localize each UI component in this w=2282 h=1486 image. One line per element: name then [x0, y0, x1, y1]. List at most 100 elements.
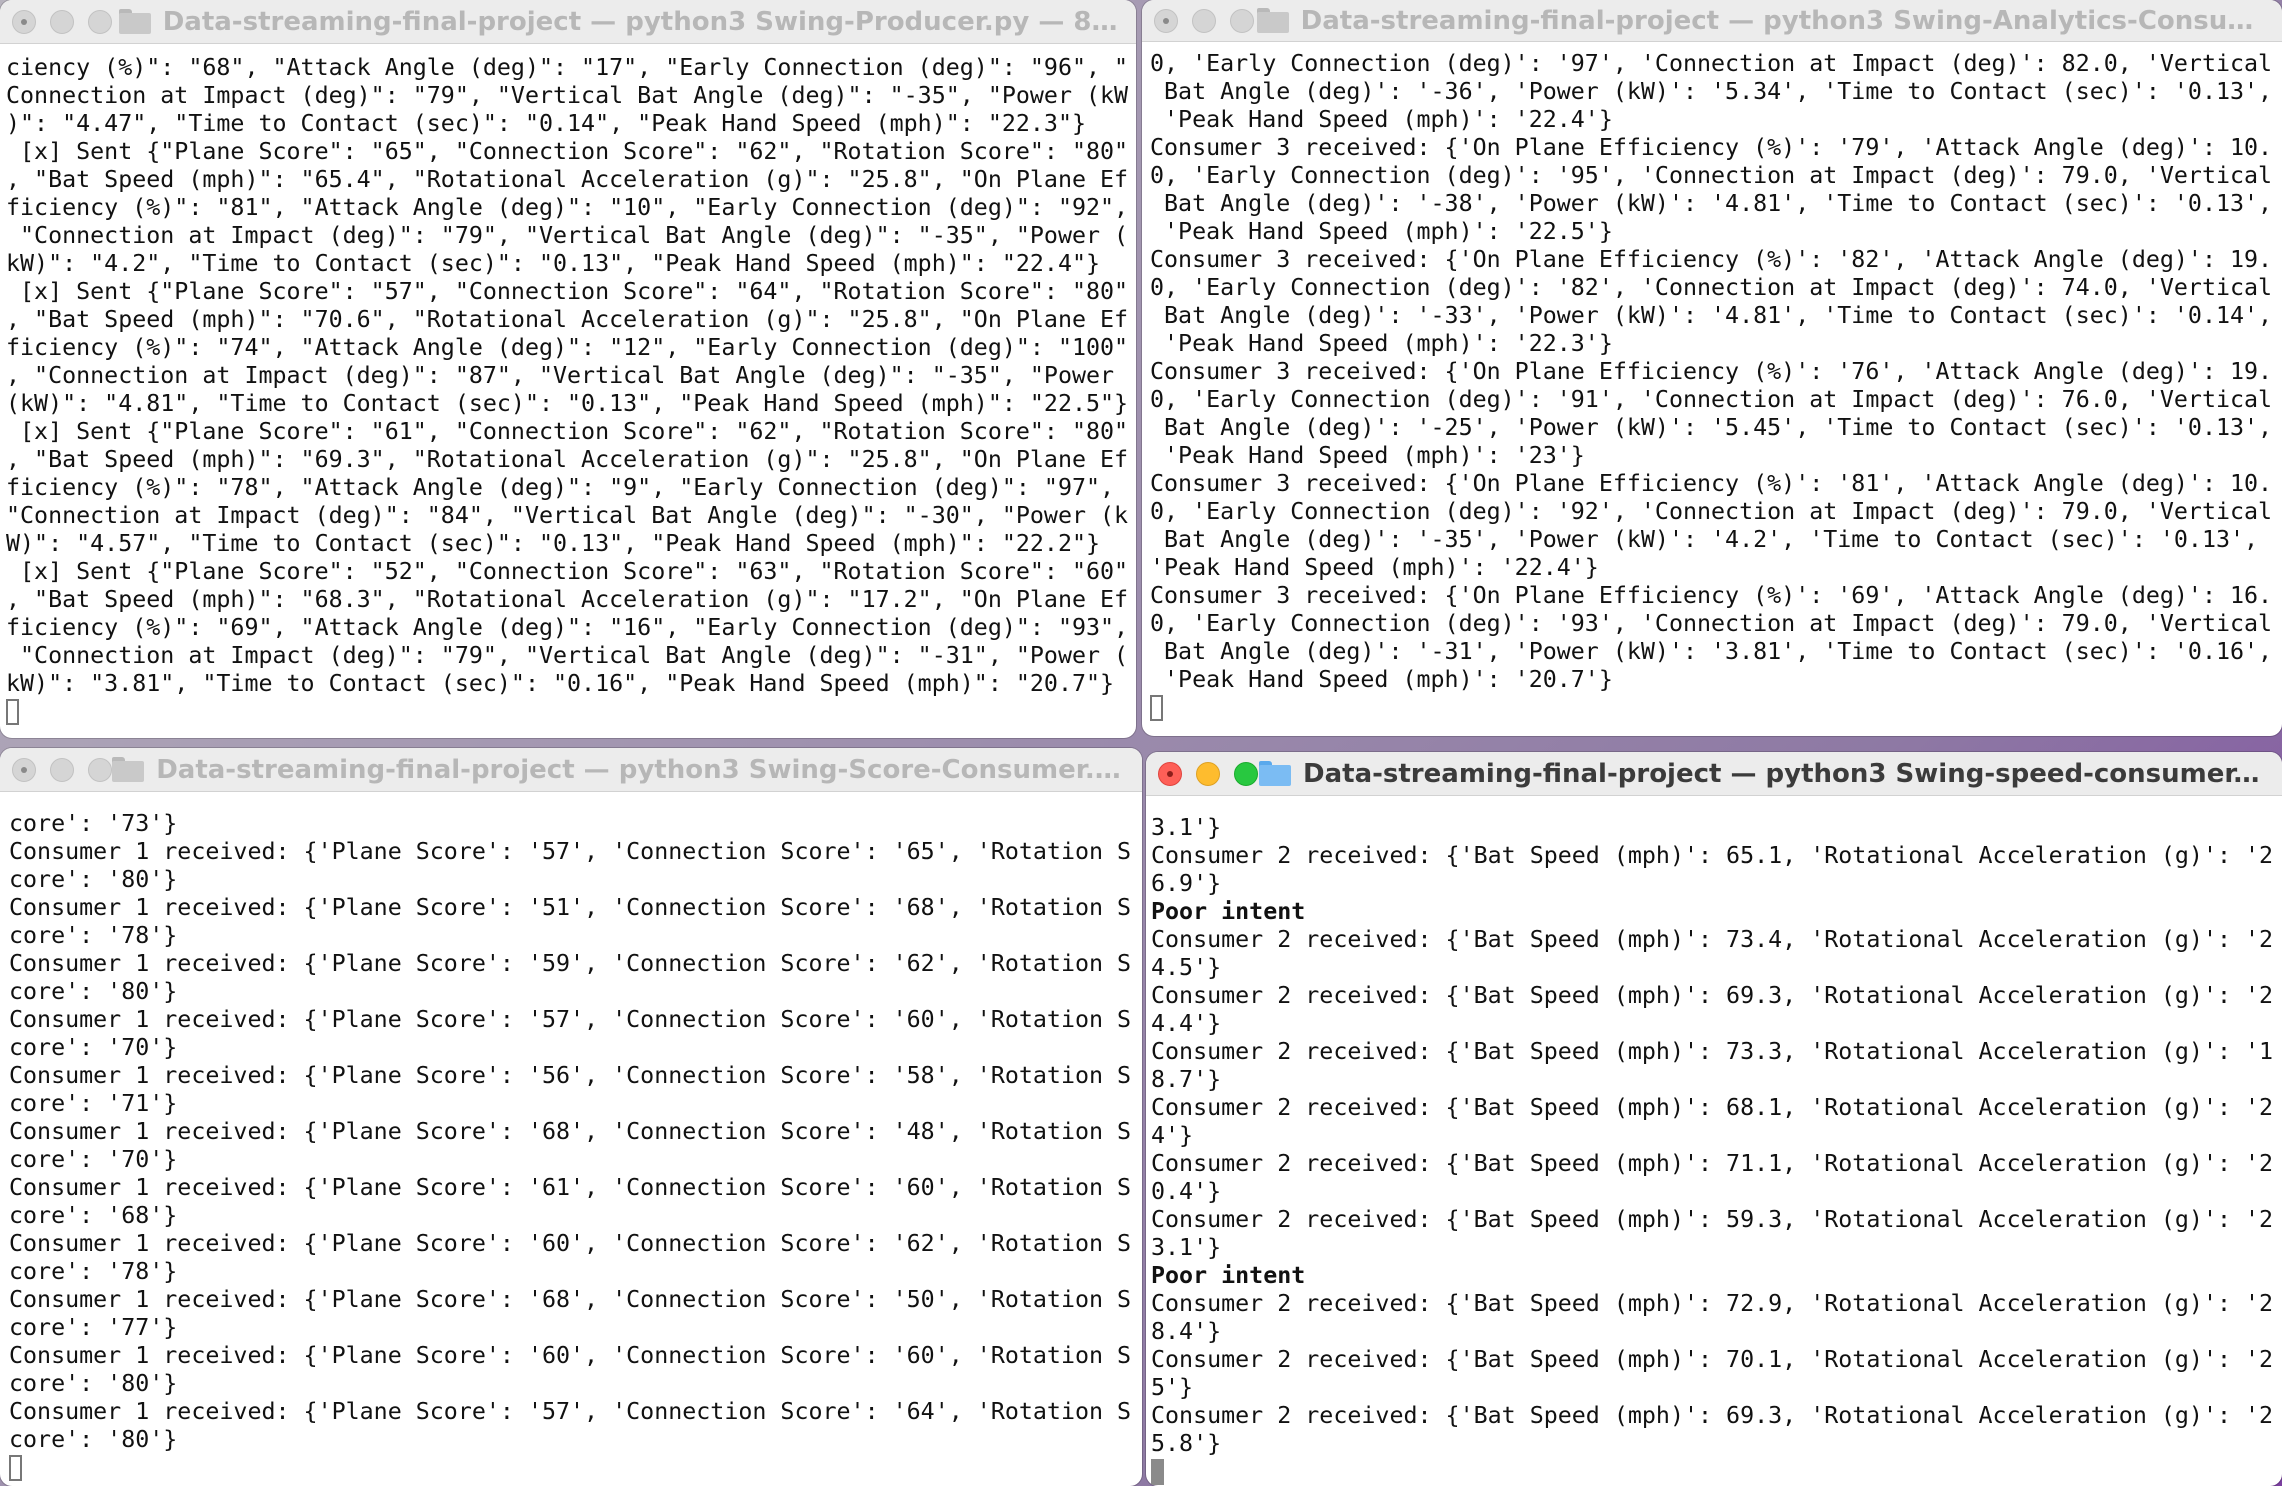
zoom-button[interactable] [1234, 761, 1258, 786]
terminal-line: Consumer 3 received: {'On Plane Efficien… [1150, 582, 2273, 609]
title-bar[interactable]: Data-streaming-final-project — python3 S… [0, 748, 1142, 792]
terminal-line: Consumer 1 received: {'Plane Score': '68… [9, 1118, 1132, 1145]
cursor [1150, 695, 1163, 721]
terminal-line: ficiency (%)": "74", "Attack Angle (deg)… [6, 334, 1129, 361]
terminal-line: Consumer 2 received: {'Bat Speed (mph)':… [1151, 842, 2274, 869]
terminal-line: Consumer 2 received: {'Bat Speed (mph)':… [1151, 926, 2274, 953]
prompt-line [6, 698, 1130, 726]
terminal-line: ficiency (%)": "81", "Attack Angle (deg)… [6, 194, 1129, 221]
terminal-line: 3.1'} [1151, 1234, 1222, 1261]
terminal-line: core': '71'} [9, 1090, 178, 1117]
terminal-line: [x] Sent {"Plane Score": "65", "Connecti… [6, 138, 1129, 165]
terminal-line: 'Peak Hand Speed (mph)': '22.3'} [1150, 330, 1613, 357]
window-controls [1158, 761, 1259, 786]
prompt-line [9, 1454, 1136, 1482]
terminal-output[interactable]: ciency (%)": "68", "Attack Angle (deg)":… [6, 54, 1130, 738]
terminal-line: core': '78'} [9, 922, 178, 949]
terminal-line: core': '73'} [9, 810, 178, 837]
window-controls [1154, 8, 1257, 33]
cursor [1151, 1459, 1164, 1485]
terminal-line: 8.7'} [1151, 1066, 1222, 1093]
terminal-line: 0, 'Early Connection (deg)': '95', 'Conn… [1150, 162, 2273, 189]
close-button[interactable] [1154, 8, 1178, 33]
terminal-line: 'Peak Hand Speed (mph)': '23'} [1150, 442, 1585, 469]
prompt-line [1150, 694, 2276, 722]
title-bar[interactable]: Data-streaming-final-project — python3 S… [1142, 0, 2282, 42]
terminal-line: Connection at Impact (deg)": "79", "Vert… [6, 82, 1129, 109]
terminal-output[interactable]: 3.1'} Consumer 2 received: {'Bat Speed (m… [1151, 814, 2276, 1486]
terminal-line: Consumer 3 received: {'On Plane Efficien… [1150, 134, 2273, 161]
terminal-line: Consumer 1 received: {'Plane Score': '61… [9, 1174, 1132, 1201]
terminal-line: Bat Angle (deg)': '-38', 'Power (kW)': '… [1150, 190, 2273, 217]
folder-icon [1259, 761, 1292, 786]
terminal-line: 0, 'Early Connection (deg)': '93', 'Conn… [1150, 610, 2273, 637]
folder-icon [112, 757, 145, 782]
terminal-line: 0, 'Early Connection (deg)': '92', 'Conn… [1150, 498, 2273, 525]
terminal-line: 4.4'} [1151, 1010, 1222, 1037]
terminal-window-score-consumer[interactable]: Data-streaming-final-project — python3 S… [0, 748, 1142, 1486]
zoom-button[interactable] [88, 757, 112, 782]
close-button[interactable] [1158, 761, 1182, 786]
minimize-button[interactable] [50, 757, 74, 782]
terminal-window-producer[interactable]: Data-streaming-final-project — python3 S… [0, 0, 1136, 738]
terminal-line: core': '78'} [9, 1258, 178, 1285]
terminal-line: 'Peak Hand Speed (mph)': '20.7'} [1150, 666, 1613, 693]
close-button[interactable] [12, 757, 36, 782]
terminal-line: 0, 'Early Connection (deg)': '97', 'Conn… [1150, 50, 2273, 77]
terminal-line: 3.1'} [1151, 814, 1222, 841]
terminal-line: core': '80'} [9, 1370, 178, 1397]
terminal-line: core': '68'} [9, 1202, 178, 1229]
terminal-line: 5.8'} [1151, 1430, 1222, 1457]
terminal-line: Consumer 1 received: {'Plane Score': '56… [9, 1062, 1132, 1089]
terminal-line: Consumer 2 received: {'Bat Speed (mph)':… [1151, 1402, 2274, 1429]
terminal-output[interactable]: core': '73'} Consumer 1 received: {'Plane… [9, 810, 1136, 1486]
terminal-line: [x] Sent {"Plane Score": "57", "Connecti… [6, 278, 1129, 305]
terminal-line: Consumer 2 received: {'Bat Speed (mph)':… [1151, 1038, 2274, 1065]
window-title: Data-streaming-final-project — python3 S… [156, 754, 1142, 785]
terminal-line: Consumer 2 received: {'Bat Speed (mph)':… [1151, 1346, 2274, 1373]
terminal-line: Bat Angle (deg)': '-25', 'Power (kW)': '… [1150, 414, 2273, 441]
close-button[interactable] [12, 9, 36, 34]
terminal-output[interactable]: 0, 'Early Connection (deg)': '97', 'Conn… [1150, 50, 2276, 736]
minimize-button[interactable] [1192, 8, 1216, 33]
terminal-line: core': '70'} [9, 1146, 178, 1173]
terminal-line: core': '80'} [9, 866, 178, 893]
terminal-line: Bat Angle (deg)': '-33', 'Power (kW)': '… [1150, 302, 2273, 329]
terminal-line: core': '80'} [9, 1426, 178, 1453]
terminal-line: Consumer 3 received: {'On Plane Efficien… [1150, 358, 2273, 385]
terminal-window-analytics[interactable]: Data-streaming-final-project — python3 S… [1142, 0, 2282, 736]
terminal-line: , "Bat Speed (mph)": "65.4", "Rotational… [6, 166, 1129, 193]
terminal-line: Consumer 1 received: {'Plane Score': '57… [9, 1006, 1132, 1033]
terminal-line: W)": "4.57", "Time to Contact (sec)": "0… [6, 530, 1101, 557]
terminal-window-speed-consumer[interactable]: Data-streaming-final-project — python3 S… [1146, 752, 2282, 1486]
terminal-line: Consumer 1 received: {'Plane Score': '51… [9, 894, 1132, 921]
folder-icon [118, 9, 151, 34]
terminal-line: 5'} [1151, 1374, 1194, 1401]
title-bar[interactable]: Data-streaming-final-project — python3 S… [0, 0, 1136, 44]
terminal-line: Consumer 2 received: {'Bat Speed (mph)':… [1151, 1206, 2274, 1233]
terminal-line: 6.9'} [1151, 870, 1222, 897]
terminal-line: Bat Angle (deg)': '-36', 'Power (kW)': '… [1150, 78, 2273, 105]
minimize-button[interactable] [1196, 761, 1220, 786]
terminal-line: Consumer 1 received: {'Plane Score': '57… [9, 838, 1132, 865]
terminal-line: Consumer 2 received: {'Bat Speed (mph)':… [1151, 1094, 2274, 1121]
terminal-line: )": "4.47", "Time to Contact (sec)": "0.… [6, 110, 1086, 137]
terminal-line: ficiency (%)": "78", "Attack Angle (deg)… [6, 474, 1115, 501]
terminal-line: ciency (%)": "68", "Attack Angle (deg)":… [6, 54, 1129, 81]
terminal-line: Consumer 1 received: {'Plane Score': '68… [9, 1286, 1132, 1313]
terminal-line: Consumer 2 received: {'Bat Speed (mph)':… [1151, 1150, 2274, 1177]
cursor [9, 1455, 22, 1481]
terminal-line: , "Bat Speed (mph)": "70.6", "Rotational… [6, 306, 1129, 333]
terminal-line: ficiency (%)": "69", "Attack Angle (deg)… [6, 614, 1129, 641]
zoom-button[interactable] [1230, 8, 1254, 33]
terminal-line: core': '80'} [9, 978, 178, 1005]
terminal-line: Poor intent [1151, 898, 1306, 925]
prompt-line [1151, 1458, 2276, 1486]
terminal-line: , "Connection at Impact (deg)": "87", "V… [6, 362, 1115, 389]
terminal-line: 8.4'} [1151, 1318, 1222, 1345]
zoom-button[interactable] [88, 9, 112, 34]
title-bar[interactable]: Data-streaming-final-project — python3 S… [1146, 752, 2282, 796]
terminal-line: Consumer 3 received: {'On Plane Efficien… [1150, 246, 2273, 273]
minimize-button[interactable] [50, 9, 74, 34]
terminal-line: Consumer 2 received: {'Bat Speed (mph)':… [1151, 982, 2274, 1009]
